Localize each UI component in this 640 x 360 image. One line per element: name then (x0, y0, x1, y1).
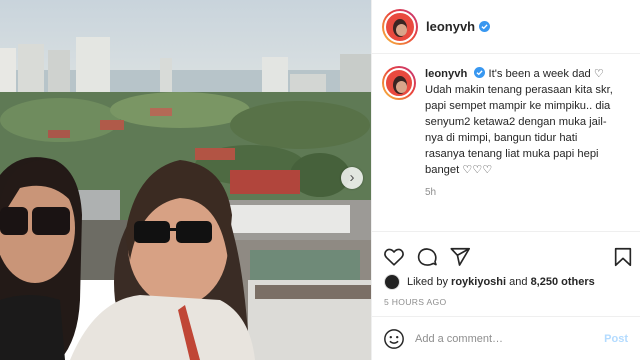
caption-line: senyum2 ketawa2 dengan muka jail- (425, 116, 607, 128)
caption-timestamp[interactable]: 5h (425, 187, 636, 198)
verified-badge-icon (479, 21, 491, 32)
caption-username[interactable]: leonyvh (425, 68, 467, 80)
heart-icon[interactable] (383, 246, 405, 268)
caption-line: Udah makin tenang perasaan kita skr, (425, 84, 613, 96)
comment-icon[interactable] (416, 246, 438, 268)
post-caption: leonyvh It's been a week dad ♡ Udah maki… (382, 66, 636, 198)
comment-input[interactable] (415, 332, 605, 345)
liked-and: and (509, 276, 528, 288)
paper-plane-icon[interactable] (449, 246, 471, 268)
verified-badge-icon (474, 67, 486, 78)
emoji-icon[interactable] (383, 328, 405, 350)
post-comment-button[interactable]: Post (604, 333, 628, 345)
next-photo-button[interactable]: › (341, 167, 363, 189)
bookmark-icon[interactable] (612, 246, 634, 268)
caption-text: leonyvh It's been a week dad ♡ Udah maki… (425, 66, 636, 178)
likes-summary: Liked by roykiyoshi and 8,250 others (384, 274, 595, 290)
caption-line: banget ♡♡♡ (425, 164, 493, 176)
caption-line: nya di mimpi, bangun tidur hati (425, 132, 578, 144)
liked-prefix: Liked by (407, 276, 448, 288)
liked-count-link[interactable]: 8,250 others (531, 276, 595, 288)
photo-image (0, 0, 371, 360)
caption-line: It's been a week dad ♡ (488, 68, 604, 80)
post-header: leonyvh (372, 0, 640, 54)
comment-bar: Post (372, 316, 640, 360)
post-side-panel: leonyvh leonyvh It's been a week dad ♡ U… (371, 0, 640, 360)
avatar[interactable] (382, 8, 418, 45)
liked-user-link[interactable]: roykiyoshi (451, 276, 506, 288)
chevron-right-icon: › (349, 169, 355, 186)
post-photo[interactable]: › (0, 0, 371, 360)
caption-avatar[interactable] (382, 66, 416, 100)
caption-line: rasanya tenang liat muka papi hepi (425, 148, 599, 160)
liker-avatar[interactable] (384, 274, 400, 290)
post-time-ago[interactable]: 5 HOURS AGO (384, 297, 447, 307)
header-username[interactable]: leonyvh (426, 19, 475, 34)
caption-line: papi sempet mampir ke mimpiku.. dia (425, 100, 611, 112)
